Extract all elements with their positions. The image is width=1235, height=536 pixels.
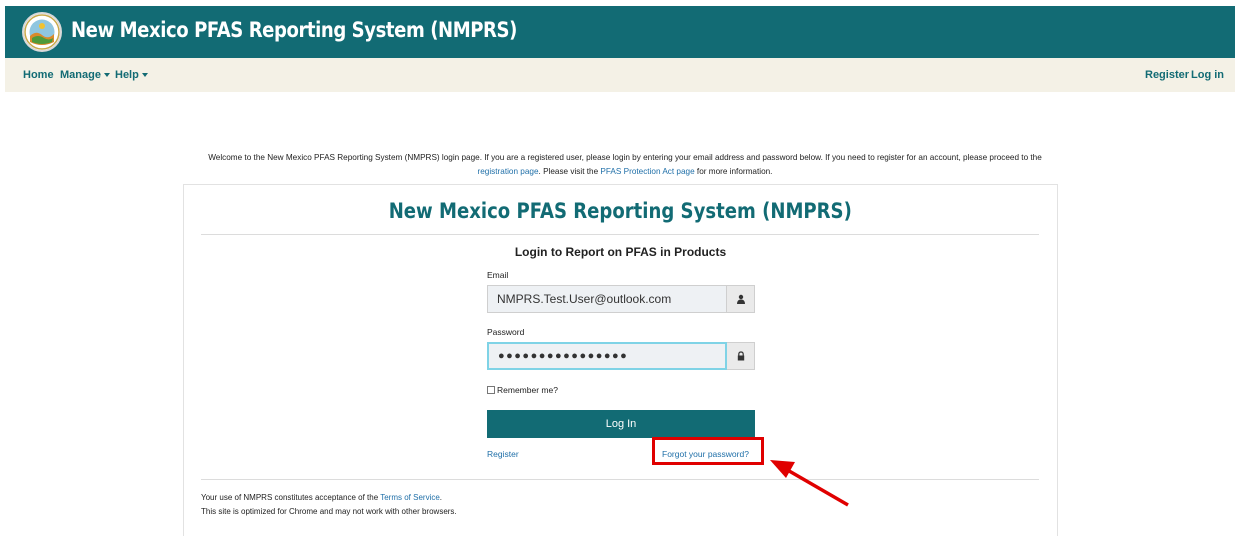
annotation-arrow [770, 460, 849, 507]
